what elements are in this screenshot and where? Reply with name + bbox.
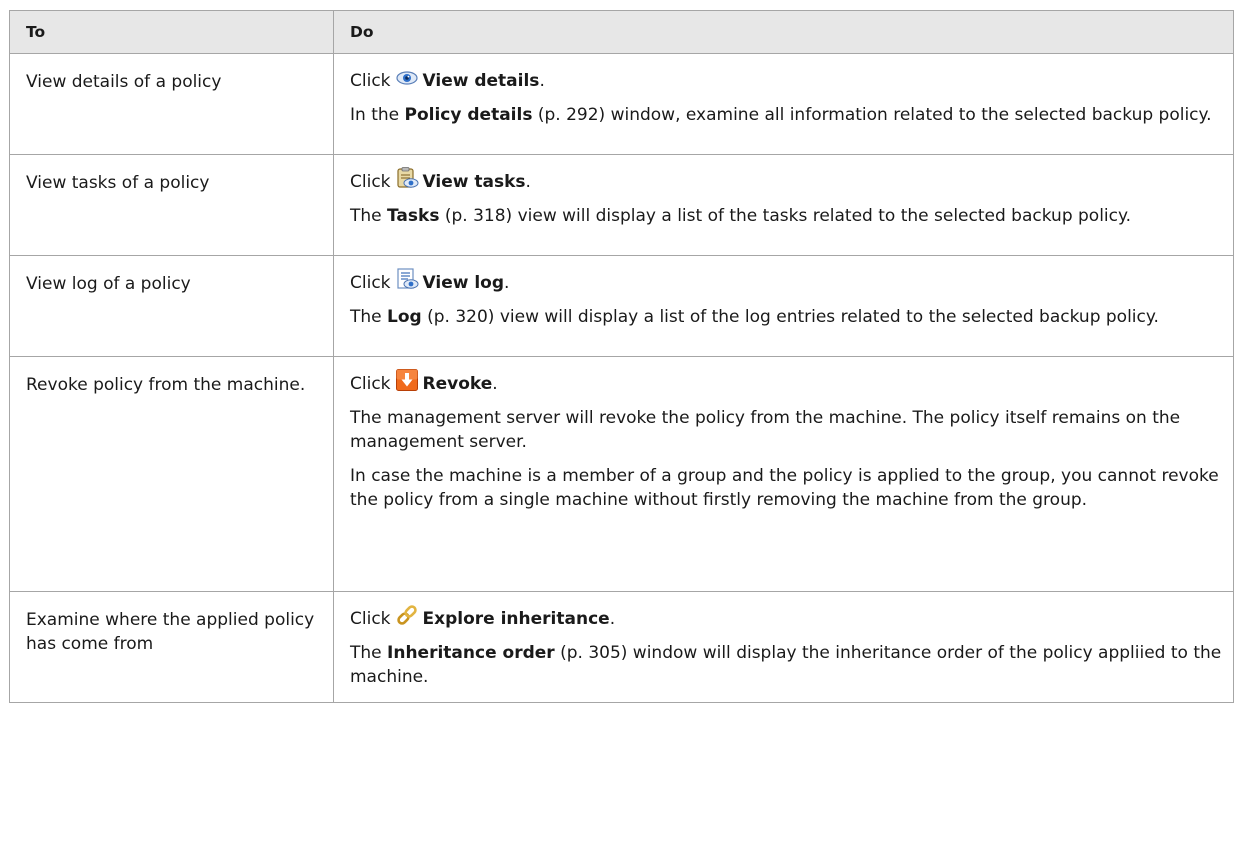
row-goal: View tasks of a policy xyxy=(9,154,334,256)
click-label: Click xyxy=(350,374,391,394)
table-header-row: To Do xyxy=(9,10,1234,54)
click-label: Click xyxy=(350,273,391,293)
click-label: Click xyxy=(350,172,391,192)
action-button-label[interactable]: View log xyxy=(423,273,505,293)
click-label: Click xyxy=(350,71,391,91)
page-reference[interactable]: (p. 318) xyxy=(439,206,512,226)
page-reference[interactable]: (p. 320) xyxy=(422,307,494,327)
log-view-icon[interactable] xyxy=(395,267,419,291)
action-description: In the Policy details (p. 292) window, e… xyxy=(350,105,1212,125)
action-button-label[interactable]: Revoke xyxy=(423,374,493,394)
tasks-view-icon[interactable] xyxy=(395,166,419,190)
row-action-cell: Click View tasks. The Tasks (p. 318) vie… xyxy=(333,154,1234,256)
table-row: View log of a policy Click View log. The… xyxy=(9,255,1234,357)
page-reference[interactable]: (p. 292) xyxy=(532,105,605,125)
revoke-icon[interactable] xyxy=(395,368,419,392)
action-description: The management server will revoke the po… xyxy=(350,408,1181,452)
table-row: View details of a policy Click View deta… xyxy=(9,53,1234,155)
eye-icon[interactable] xyxy=(395,65,419,89)
action-line: Click View details. xyxy=(350,69,1225,93)
click-label: Click xyxy=(350,609,391,629)
row-goal: View log of a policy xyxy=(9,255,334,357)
row-goal: Examine where the applied policy has com… xyxy=(9,591,334,703)
action-line: Click View log. xyxy=(350,268,1225,295)
row-action-cell: Click Explore inheritance. The Inheritan… xyxy=(333,591,1234,703)
action-button-label[interactable]: Explore inheritance xyxy=(423,609,610,629)
action-description: The Tasks (p. 318) view will display a l… xyxy=(350,206,1132,226)
row-goal: View details of a policy xyxy=(9,53,334,155)
table-row: Revoke policy from the machine. Click Re… xyxy=(9,356,1234,592)
row-action-cell: Click Revoke. The management server will… xyxy=(333,356,1234,592)
table-row: Examine where the applied policy has com… xyxy=(9,591,1234,703)
action-line: Click View tasks. xyxy=(350,167,1225,194)
page-reference[interactable]: (p. 305) xyxy=(555,643,627,663)
action-description: The Log (p. 320) view will display a lis… xyxy=(350,307,1159,327)
action-line: Click Revoke. xyxy=(350,369,1225,396)
action-button-label[interactable]: View tasks xyxy=(423,172,526,192)
column-header-to: To xyxy=(9,10,334,54)
row-goal: Revoke policy from the machine. xyxy=(9,356,334,592)
action-button-label[interactable]: View details xyxy=(423,71,540,91)
action-description: In case the machine is a member of a gro… xyxy=(350,466,1219,510)
row-action-cell: Click View log. The Log (p. 320) view wi… xyxy=(333,255,1234,357)
column-header-do: Do xyxy=(333,10,1234,54)
action-line: Click Explore inheritance. xyxy=(350,605,1225,631)
row-action-cell: Click View details. In the Policy detail… xyxy=(333,53,1234,155)
table-row: View tasks of a policy Click View tasks.… xyxy=(9,154,1234,256)
action-description: The Inheritance order (p. 305) window wi… xyxy=(350,643,1222,687)
chain-link-icon[interactable] xyxy=(395,603,419,627)
actions-table: To Do View details of a policy Click Vie… xyxy=(9,10,1234,703)
